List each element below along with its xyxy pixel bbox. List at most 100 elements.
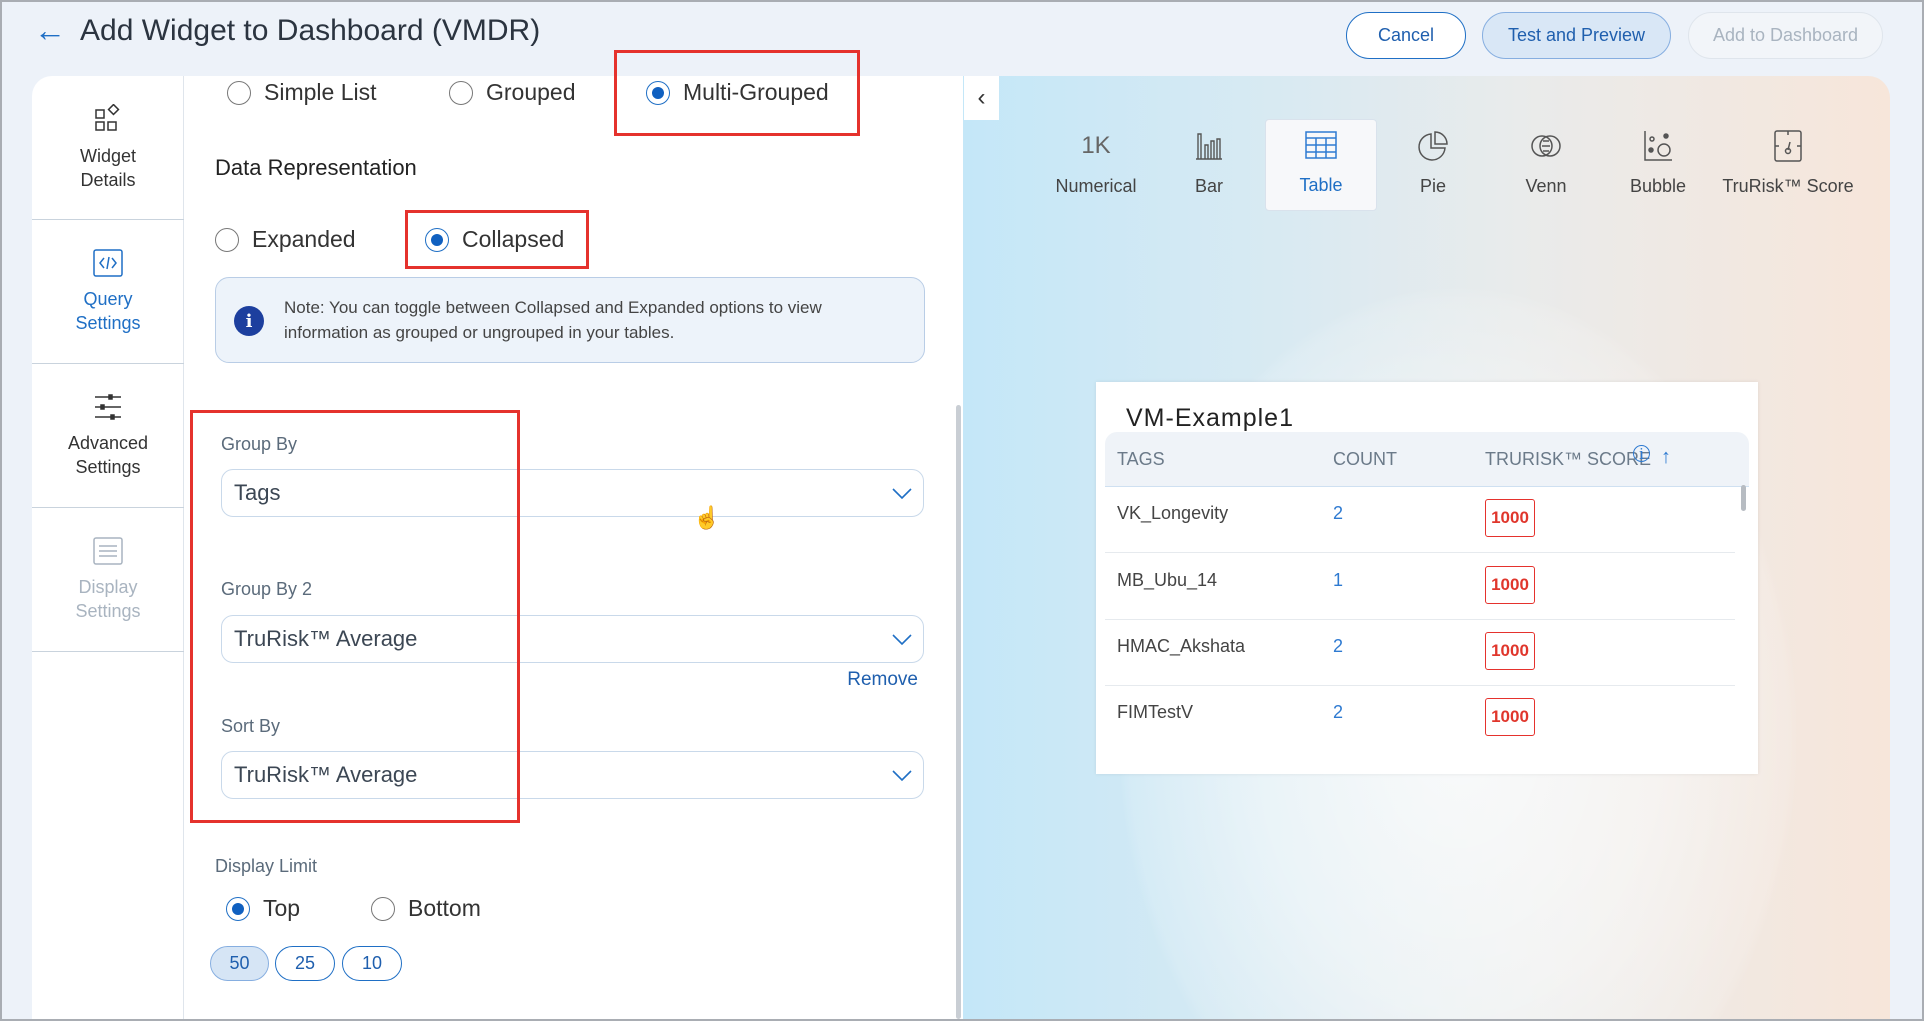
remove-link[interactable]: Remove [847,669,918,691]
widget-preview-card: VM-Example1 TAGS COUNT TRURISK™ SCORE i … [1096,382,1758,774]
chevron-down-icon [892,488,912,500]
widget-title: VM-Example1 [1126,404,1294,432]
sort-ascending-icon[interactable]: ↑ [1661,446,1671,469]
column-header-count[interactable]: COUNT [1333,449,1397,470]
sidebar-item-display-settings[interactable]: Display Settings [32,508,184,652]
score-badge: 1000 [1485,499,1535,537]
radio-circle [215,227,239,252]
radio-circle [226,896,250,921]
chart-type-table[interactable]: Table [1265,119,1377,211]
chart-type-bubble[interactable]: Bubble [1602,119,1714,211]
limit-chip-25[interactable]: 25 [275,946,335,981]
form-scrollbar[interactable] [956,405,961,1019]
limit-chip-50[interactable]: 50 [210,946,269,981]
chevron-left-icon: ‹ [977,84,986,111]
back-arrow-icon[interactable]: ← [34,12,66,49]
sidebar-item-label: Widget [79,145,137,166]
tag-cell: HMAC_Akshata [1117,636,1246,656]
radio-label: Top [263,895,301,921]
gauge-icon [1774,128,1802,164]
table-row[interactable]: MB_Ubu_14 1 1000 [1105,554,1735,620]
code-icon [93,248,123,277]
score-badge: 1000 [1485,698,1535,736]
table-scrollbar[interactable] [1741,485,1746,511]
tag-cell: FIMTestV [1117,702,1194,722]
radio-label: Bottom [408,895,481,921]
sidebar-item-label: Settings [75,456,141,477]
table-row[interactable]: FIMTestV 2 1000 [1105,686,1735,752]
info-note: i Note: You can toggle between Collapsed … [215,277,925,363]
sidebar-item-label: Settings [75,600,141,621]
chart-type-label: Bubble [1629,176,1687,196]
venn-icon [1530,128,1562,164]
tag-cell: VK_Longevity [1117,503,1229,523]
sidebar-item-label: Advanced [67,432,149,453]
chart-type-bar[interactable]: Bar [1153,119,1265,211]
widget-icon [95,103,120,131]
table-row[interactable]: HMAC_Akshata 2 1000 [1105,620,1735,686]
chart-type-label: Venn [1525,176,1567,196]
radio-expanded[interactable]: Expanded [215,226,356,253]
chart-type-numerical[interactable]: 1K Numerical [1040,119,1152,211]
chart-type-label: Pie [1419,176,1446,196]
sidebar-item-label: Details [80,169,136,190]
sidebar-nav: Widget Details Query Settings Advanced S… [32,76,184,1019]
table-icon [1305,127,1337,163]
add-to-dashboard-button[interactable]: Add to Dashboard [1688,12,1883,59]
highlight-box [614,50,860,136]
radio-label: Expanded [252,226,356,252]
radio-top[interactable]: Top [226,895,300,922]
column-header-score[interactable]: TRURISK™ SCORE [1485,449,1651,470]
info-icon[interactable]: i [1633,445,1650,463]
chart-type-venn[interactable]: Venn [1490,119,1602,211]
table-header: TAGS COUNT TRURISK™ SCORE i ↑ [1105,432,1749,487]
chart-type-pie[interactable]: Pie [1377,119,1489,211]
radio-circle [449,80,473,105]
score-badge: 1000 [1485,632,1535,670]
limit-chip-10[interactable]: 10 [342,946,402,981]
count-link[interactable]: 1 [1333,570,1343,591]
pie-chart-icon [1417,128,1449,164]
sidebar-item-label: Settings [75,312,141,333]
chart-type-trurisk-score[interactable]: TruRisk™ Score [1722,119,1854,211]
chart-type-label: Numerical [1055,176,1137,196]
highlight-box [405,210,589,269]
radio-label: Grouped [486,79,576,105]
bar-chart-icon [1194,128,1224,164]
radio-grouped[interactable]: Grouped [449,79,576,106]
sliders-icon [95,393,121,420]
chart-type-label: Bar [1194,176,1223,196]
bubble-chart-icon [1643,128,1673,164]
test-and-preview-button[interactable]: Test and Preview [1482,12,1671,59]
sidebar-item-query-settings[interactable]: Query Settings [32,220,184,364]
radio-bottom[interactable]: Bottom [371,895,481,922]
data-representation-heading: Data Representation [215,155,417,180]
chart-type-label: TruRisk™ Score [1722,176,1854,196]
display-limit-label: Display Limit [215,856,318,876]
radio-circle [227,80,251,105]
sidebar-item-label: Display [78,576,138,597]
sidebar-item-advanced-settings[interactable]: Advanced Settings [32,364,184,508]
highlight-box [190,410,520,823]
page-title: Add Widget to Dashboard (VMDR) [80,14,541,47]
display-settings-icon [93,536,123,565]
table-row[interactable]: VK_Longevity 2 1000 [1105,487,1735,553]
count-link[interactable]: 2 [1333,702,1343,723]
count-link[interactable]: 2 [1333,503,1343,524]
sidebar-item-widget-details[interactable]: Widget Details [32,76,184,220]
numerical-icon: 1K [1081,132,1111,159]
collapse-panel-button[interactable]: ‹ [964,76,999,120]
radio-label: Simple List [264,79,377,105]
chart-type-label: Table [1299,175,1343,195]
cancel-button[interactable]: Cancel [1346,12,1466,59]
sidebar-item-label: Query [83,288,133,309]
column-header-tags[interactable]: TAGS [1117,449,1165,470]
radio-circle [371,896,395,921]
tag-cell: MB_Ubu_14 [1117,570,1218,590]
radio-simple-list[interactable]: Simple List [227,79,376,106]
hand-cursor-icon: ☝ [693,505,721,530]
info-icon: i [234,306,264,336]
note-text: Note: You can toggle between Collapsed a… [284,298,822,342]
score-badge: 1000 [1485,566,1535,604]
count-link[interactable]: 2 [1333,636,1343,657]
